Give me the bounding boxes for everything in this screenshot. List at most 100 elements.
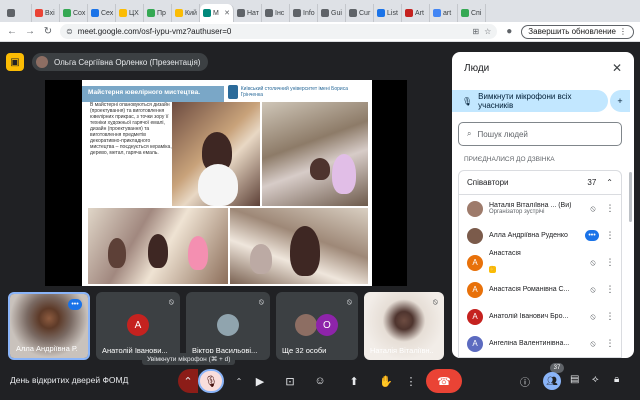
workshop-photo-2 <box>262 102 368 206</box>
participant-tile-anatolii[interactable]: ⦸ А Анатолій Іванови... <box>96 292 180 360</box>
tab-favicon-icon <box>265 9 273 17</box>
participant-tile-nataliia[interactable]: ⦸ Наталія Віталіївн... <box>364 292 444 360</box>
add-person-button[interactable]: + <box>610 90 630 112</box>
browser-tab[interactable]: Cur <box>346 4 374 22</box>
more-vert-icon[interactable]: ⋮ <box>605 311 615 322</box>
browser-tab[interactable]: ЦХ <box>116 4 144 22</box>
presentation-stage: Майстерня ювелірного мистецтва. Київськи… <box>45 80 407 286</box>
browser-tab[interactable]: Сех <box>88 4 116 22</box>
participant-tile-alla[interactable]: ••• Алла Андріївна Р... <box>8 292 90 360</box>
browser-tab[interactable]: Пр <box>144 4 172 22</box>
browser-tab[interactable]: art <box>430 4 458 22</box>
activities-icon[interactable]: ⟡ <box>592 374 599 385</box>
more-vert-icon: ⋮ <box>405 375 417 388</box>
tab-favicon-icon <box>321 9 329 17</box>
browser-tab[interactable]: Спі <box>458 4 486 22</box>
more-vert-icon[interactable]: ⋮ <box>605 257 615 268</box>
browser-tab[interactable]: Кий <box>172 4 200 22</box>
browser-tab[interactable]: Вхі <box>32 4 60 22</box>
translate-icon[interactable]: ⊞ <box>472 27 479 36</box>
avatar: А <box>467 254 483 271</box>
tab-label: Інс <box>275 9 285 17</box>
captions-button[interactable]: ⊡ <box>278 369 302 393</box>
site-info-icon[interactable]: ⊜ <box>66 27 73 36</box>
browser-tab[interactable]: Інс <box>262 4 290 22</box>
emoji-button[interactable]: ☺ <box>308 369 332 393</box>
workshop-photo-1 <box>172 102 260 206</box>
browser-tab[interactable]: Art <box>402 4 430 22</box>
chevron-up-icon: ⌃ <box>183 375 193 388</box>
mic-toggle-button[interactable]: 🎙︎ <box>198 369 224 393</box>
mic-options-chevron[interactable]: ⌃ <box>178 369 198 393</box>
more-vert-icon: ⋮ <box>619 27 627 36</box>
tab-favicon-icon <box>377 9 385 17</box>
tab-label: Сох <box>73 9 86 17</box>
browser-tab[interactable] <box>4 4 32 22</box>
forward-icon[interactable]: → <box>24 26 36 37</box>
people-icon[interactable]: 👥︎ <box>543 372 561 390</box>
mute-all-button[interactable]: 🎙︎ Вимкнути мікрофони всіх учасників <box>452 90 608 112</box>
people-panel: Люди ✕ 🎙︎ Вимкнути мікрофони всіх учасни… <box>452 52 634 358</box>
more-participants-tile[interactable]: ⦸ О Ще 32 особи <box>276 292 358 360</box>
update-browser-button[interactable]: Завершить обновление ⋮ <box>521 24 634 39</box>
list-item[interactable]: Наталія Віталіївна ... (Ви) Організатор з… <box>459 195 621 222</box>
browser-tab[interactable]: List <box>374 4 402 22</box>
participant-name: Алла Андріївна Руденко <box>489 232 568 239</box>
more-vert-icon[interactable]: ⋮ <box>605 203 615 214</box>
more-vert-icon[interactable]: ⋮ <box>605 230 615 241</box>
browser-tab[interactable]: М ✕ <box>200 4 234 22</box>
more-options-icon[interactable]: ••• <box>68 299 82 310</box>
presenter-chip[interactable]: Ольга Сергіївна Орленко (Презентація) <box>32 53 209 71</box>
browser-toolbar: ← → ↻ ⊜ meet.google.com/osf-iypu-vmz?aut… <box>0 22 640 42</box>
camera-options-chevron[interactable]: ⌃ <box>232 369 246 393</box>
list-item[interactable]: А Анатолій Іванович Бро... ⦸ ⋮ <box>459 303 621 330</box>
camera-icon: ▶ <box>255 375 265 388</box>
list-item[interactable]: А Анастасія ✋ ⦸ ⋮ <box>459 249 621 276</box>
participants-group-header[interactable]: Співавтори 37 ⌃ <box>459 171 621 195</box>
tab-favicon-icon <box>405 9 413 17</box>
panel-scrollbar[interactable] <box>629 172 632 222</box>
more-vert-icon[interactable]: ⋮ <box>605 338 615 349</box>
list-item[interactable]: А Ангеліна Валентинівна... ⦸ ⋮ <box>459 330 621 357</box>
tab-label: Нат <box>247 9 260 17</box>
browser-tab[interactable]: Gui <box>318 4 346 22</box>
participant-tile-viktor[interactable]: ⦸ Віктор Васильові... <box>186 292 270 360</box>
list-item[interactable]: Алла Андріївна Руденко ••• ⋮ <box>459 222 621 249</box>
browser-tab[interactable]: Нат <box>234 4 262 22</box>
end-call-button[interactable]: ☎ <box>426 369 462 393</box>
profile-avatar[interactable]: ● <box>503 26 515 37</box>
browser-tab[interactable]: Сох <box>60 4 88 22</box>
tab-label: Кий <box>185 9 197 17</box>
raise-hand-button[interactable]: ✋ <box>374 369 398 393</box>
reload-icon[interactable]: ↻ <box>42 26 54 37</box>
camera-toggle-button[interactable]: ▶ <box>248 369 272 393</box>
back-icon[interactable]: ← <box>6 26 18 37</box>
search-icon: ⌕ <box>467 129 472 138</box>
bookmark-star-icon[interactable]: ☆ <box>484 27 491 36</box>
avatar: А <box>467 281 483 298</box>
tab-label: Info <box>303 9 315 17</box>
address-bar[interactable]: ⊜ meet.google.com/osf-iypu-vmz?authuser=… <box>60 24 498 39</box>
participant-avatar: А <box>127 314 149 336</box>
host-controls-icon[interactable]: 🔒︎ <box>614 374 619 385</box>
emoji-icon: ☺ <box>314 375 326 387</box>
present-button[interactable]: ⬆ <box>342 369 366 393</box>
close-icon[interactable]: ✕ <box>612 61 622 75</box>
more-vert-icon[interactable]: ⋮ <box>605 284 615 295</box>
mic-off-icon: ⦸ <box>258 297 264 306</box>
browser-tab[interactable]: Info <box>290 4 318 22</box>
present-screen-icon[interactable]: ▣ <box>6 53 24 71</box>
avatar <box>467 200 483 217</box>
people-search-input[interactable]: ⌕ Пошук людей <box>458 122 622 146</box>
more-options-button[interactable]: ⋮ <box>404 369 418 393</box>
chat-icon[interactable]: ▤ <box>570 374 579 385</box>
presenter-avatar <box>36 56 48 68</box>
info-icon[interactable]: ⓘ <box>520 374 530 389</box>
participant-info: Анастасія Романівна С... <box>489 286 581 293</box>
university-crest-icon <box>228 85 238 99</box>
participant-name: Анастасія Романівна С... <box>489 286 570 293</box>
participant-info: Анатолій Іванович Бро... <box>489 313 581 320</box>
participant-info: Анастасія ✋ <box>489 250 581 275</box>
tab-close-icon[interactable]: ✕ <box>224 9 230 17</box>
list-item[interactable]: А Анастасія Романівна С... ⦸ ⋮ <box>459 276 621 303</box>
